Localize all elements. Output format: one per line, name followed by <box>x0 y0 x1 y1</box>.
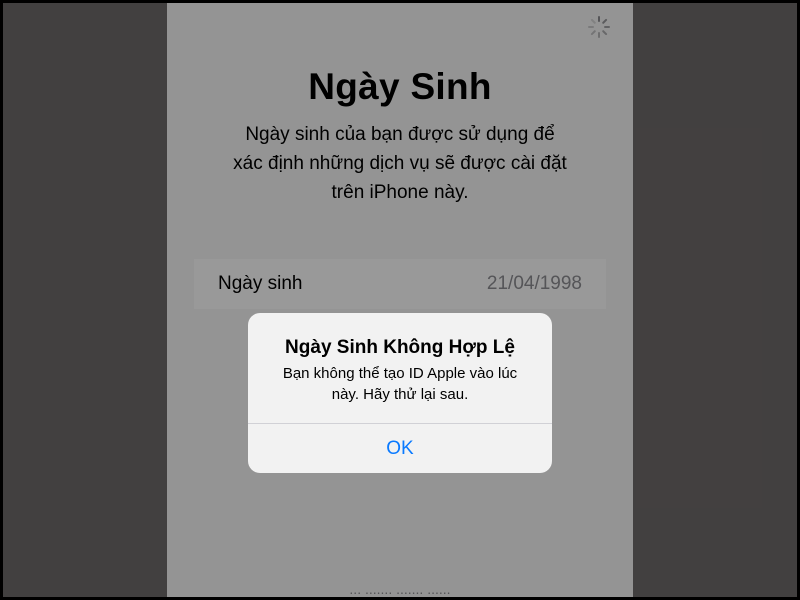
modal-dim-overlay <box>3 3 797 597</box>
ok-button[interactable]: OK <box>248 424 552 473</box>
alert-message: Bạn không thể tạo ID Apple vào lúc này. … <box>282 365 518 403</box>
alert-title: Ngày Sinh Không Hợp Lệ <box>285 337 515 358</box>
invalid-birthday-alert: Ngày Sinh Không Hợp Lệ Bạn không thể tạo… <box>248 313 552 473</box>
screenshot-background: Ngày Sinh Ngày sinh của bạn được sử dụng… <box>3 3 797 597</box>
